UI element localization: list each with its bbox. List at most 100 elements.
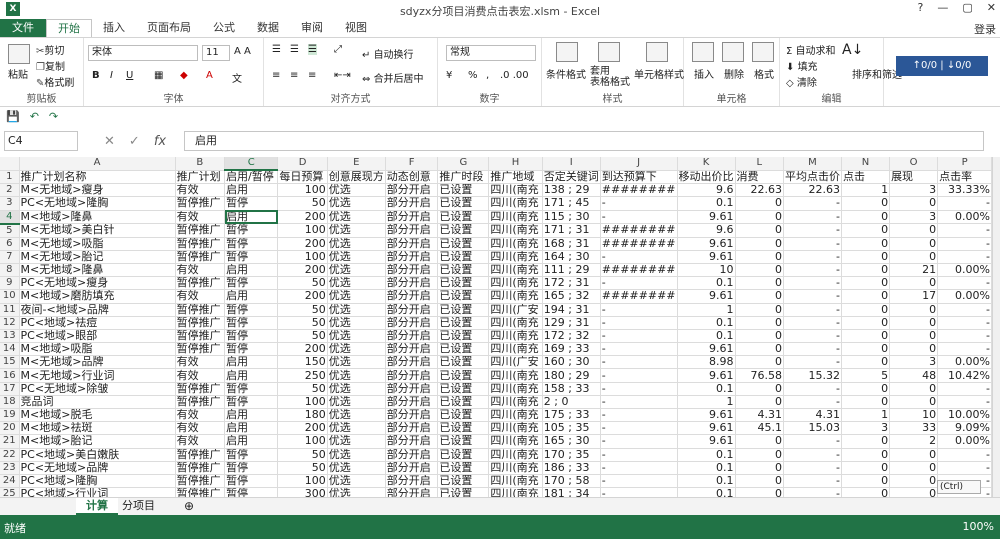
- cell[interactable]: 0: [735, 276, 784, 291]
- cell[interactable]: 4.31: [735, 408, 784, 423]
- cell[interactable]: -: [783, 223, 842, 238]
- cell[interactable]: 已设置: [437, 223, 490, 238]
- cell[interactable]: 优选: [327, 316, 386, 330]
- cell[interactable]: -: [783, 237, 842, 251]
- cell[interactable]: 已设置: [437, 210, 490, 225]
- row-header[interactable]: 23: [0, 461, 20, 475]
- cell[interactable]: 优选: [327, 237, 386, 251]
- cell[interactable]: 暂停: [224, 316, 279, 330]
- cell[interactable]: 200: [277, 263, 328, 278]
- cell[interactable]: 0: [735, 448, 784, 462]
- cell[interactable]: 夜间-<地域>品牌: [19, 303, 176, 317]
- cell[interactable]: 50: [277, 303, 328, 317]
- cell[interactable]: 点击率: [937, 170, 992, 185]
- cell[interactable]: 9.61: [677, 210, 736, 225]
- cell[interactable]: ########: [600, 237, 678, 251]
- phonetic-button[interactable]: 文: [232, 70, 242, 85]
- cell[interactable]: 推广时段: [437, 170, 490, 185]
- cell[interactable]: 0: [889, 223, 939, 238]
- cell[interactable]: 0: [841, 448, 891, 462]
- cell[interactable]: PC<地域>眼部: [19, 329, 176, 344]
- cell[interactable]: 有效: [175, 355, 226, 370]
- cell[interactable]: -: [600, 382, 678, 396]
- cell[interactable]: 部分开启: [385, 250, 439, 264]
- tab-insert[interactable]: 插入: [92, 19, 136, 37]
- cell[interactable]: -: [783, 395, 842, 410]
- cell[interactable]: 四川(南充: [488, 448, 543, 462]
- cell[interactable]: 10: [677, 263, 736, 278]
- cell[interactable]: 300: [277, 487, 328, 497]
- cell[interactable]: 164 ; 30: [542, 250, 601, 264]
- cell[interactable]: 0: [889, 303, 939, 317]
- cell[interactable]: 171 ; 45: [542, 196, 601, 211]
- cell[interactable]: 50: [277, 382, 328, 396]
- column-header[interactable]: M: [783, 157, 842, 171]
- cell[interactable]: 优选: [327, 223, 386, 238]
- cell[interactable]: 推广计划名称: [19, 170, 176, 185]
- vertical-scrollbar[interactable]: [992, 157, 1000, 497]
- cell[interactable]: 部分开启: [385, 329, 439, 344]
- cell[interactable]: 3: [889, 183, 939, 198]
- cell[interactable]: PC<无地域>除皱: [19, 382, 176, 396]
- cell[interactable]: 3: [889, 210, 939, 225]
- save-icon[interactable]: 💾: [6, 110, 20, 123]
- tab-home[interactable]: 开始: [46, 19, 92, 37]
- cell[interactable]: 暂停推广: [175, 395, 226, 410]
- cell[interactable]: 0: [735, 461, 784, 475]
- cell[interactable]: 已设置: [437, 474, 490, 489]
- row-header[interactable]: 24: [0, 474, 20, 489]
- column-header[interactable]: J: [600, 157, 678, 171]
- cell[interactable]: 9.61: [677, 237, 736, 251]
- cell[interactable]: 四川(南充: [488, 210, 543, 225]
- cell[interactable]: 暂停推广: [175, 316, 226, 330]
- cell[interactable]: 168 ; 31: [542, 237, 601, 251]
- cell[interactable]: 四川(南充: [488, 250, 543, 264]
- cell[interactable]: 四川(南充: [488, 421, 543, 436]
- cell[interactable]: 暂停推广: [175, 448, 226, 462]
- conditional-format-button[interactable]: 条件格式: [546, 66, 586, 81]
- select-all-corner[interactable]: [0, 157, 20, 171]
- cell[interactable]: 暂停: [224, 223, 279, 238]
- cell[interactable]: 四川(南充: [488, 368, 543, 383]
- cell[interactable]: 优选: [327, 263, 386, 278]
- cell[interactable]: 170 ; 35: [542, 448, 601, 462]
- cell[interactable]: 170 ; 58: [542, 474, 601, 489]
- row-header[interactable]: 21: [0, 434, 20, 449]
- cell[interactable]: M<无地域>瘦身: [19, 183, 176, 198]
- cell[interactable]: 暂停: [224, 237, 279, 251]
- cell[interactable]: 优选: [327, 196, 386, 211]
- cell[interactable]: 优选: [327, 183, 386, 198]
- cell[interactable]: 已设置: [437, 395, 490, 410]
- cell[interactable]: 0.00%: [937, 355, 992, 370]
- row-header[interactable]: 2: [0, 183, 20, 198]
- cell[interactable]: 启用: [224, 289, 279, 304]
- underline-button[interactable]: U: [126, 70, 133, 81]
- cell[interactable]: 10.42%: [937, 368, 992, 383]
- cell[interactable]: ########: [600, 263, 678, 278]
- cell[interactable]: 1: [841, 408, 891, 423]
- align-center-icon[interactable]: ≡: [290, 70, 298, 81]
- cell[interactable]: 0: [841, 329, 891, 344]
- row-header[interactable]: 4: [0, 210, 20, 225]
- cell[interactable]: 111 ; 29: [542, 263, 601, 278]
- cell[interactable]: -: [937, 395, 992, 410]
- cell[interactable]: 点击: [841, 170, 891, 185]
- column-header[interactable]: P: [937, 157, 992, 171]
- cell[interactable]: 100: [277, 395, 328, 410]
- spreadsheet-grid[interactable]: ABCDEFGHIJKLMNOP 1 推广计划名称 推广计划 启用/暂停 每日预算 创意展…: [0, 157, 992, 497]
- cell[interactable]: 33: [889, 421, 939, 436]
- paste-button[interactable]: 粘贴: [8, 66, 28, 81]
- cell[interactable]: 优选: [327, 461, 386, 475]
- cell[interactable]: 0.1: [677, 461, 736, 475]
- cell[interactable]: -: [600, 421, 678, 436]
- cell[interactable]: 9.61: [677, 250, 736, 264]
- cell[interactable]: 0: [889, 316, 939, 330]
- cell[interactable]: 9.61: [677, 289, 736, 304]
- cell[interactable]: 0: [889, 237, 939, 251]
- cell[interactable]: 启用: [224, 263, 279, 278]
- column-header[interactable]: F: [385, 157, 439, 171]
- cell[interactable]: -: [600, 196, 678, 211]
- cell[interactable]: 17: [889, 289, 939, 304]
- cell[interactable]: -: [783, 329, 842, 344]
- cell[interactable]: 四川(南充: [488, 237, 543, 251]
